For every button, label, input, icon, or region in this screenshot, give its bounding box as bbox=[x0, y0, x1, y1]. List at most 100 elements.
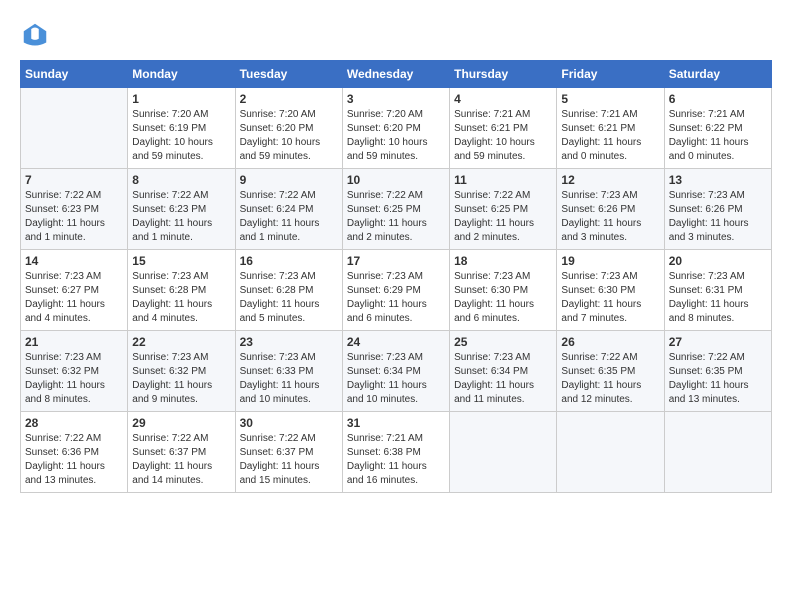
calendar-cell: 18 Sunrise: 7:23 AM Sunset: 6:30 PM Dayli… bbox=[450, 250, 557, 331]
calendar-cell: 20 Sunrise: 7:23 AM Sunset: 6:31 PM Dayli… bbox=[664, 250, 771, 331]
day-info: Sunrise: 7:21 AM Sunset: 6:22 PM Dayligh… bbox=[669, 108, 767, 164]
day-number: 13 bbox=[669, 173, 767, 187]
calendar-cell bbox=[21, 88, 128, 169]
day-info: Sunrise: 7:22 AM Sunset: 6:36 PM Dayligh… bbox=[25, 432, 123, 488]
day-number: 8 bbox=[132, 173, 230, 187]
day-info: Sunrise: 7:23 AM Sunset: 6:34 PM Dayligh… bbox=[454, 351, 552, 407]
day-number: 3 bbox=[347, 92, 445, 106]
calendar-cell: 22 Sunrise: 7:23 AM Sunset: 6:32 PM Dayli… bbox=[128, 331, 235, 412]
calendar-cell: 2 Sunrise: 7:20 AM Sunset: 6:20 PM Daylig… bbox=[235, 88, 342, 169]
day-number: 26 bbox=[561, 335, 659, 349]
day-info: Sunrise: 7:22 AM Sunset: 6:35 PM Dayligh… bbox=[669, 351, 767, 407]
day-number: 6 bbox=[669, 92, 767, 106]
day-number: 20 bbox=[669, 254, 767, 268]
day-info: Sunrise: 7:21 AM Sunset: 6:38 PM Dayligh… bbox=[347, 432, 445, 488]
calendar-cell: 23Sunrise: 7:23 AM Sunset: 6:33 PM Dayli… bbox=[235, 331, 342, 412]
calendar-cell: 1Sunrise: 7:20 AM Sunset: 6:19 PM Daylig… bbox=[128, 88, 235, 169]
header-cell-saturday: Saturday bbox=[664, 61, 771, 88]
logo bbox=[20, 20, 54, 50]
day-number: 14 bbox=[25, 254, 123, 268]
logo-icon bbox=[20, 20, 50, 50]
calendar-cell bbox=[557, 412, 664, 493]
day-number: 2 bbox=[240, 92, 338, 106]
day-info: Sunrise: 7:23 AM Sunset: 6:26 PM Dayligh… bbox=[669, 189, 767, 245]
day-number: 19 bbox=[561, 254, 659, 268]
calendar-cell: 12 Sunrise: 7:23 AM Sunset: 6:26 PM Dayli… bbox=[557, 169, 664, 250]
week-row-2: 14 Sunrise: 7:23 AM Sunset: 6:27 PM Dayli… bbox=[21, 250, 772, 331]
day-info: Sunrise: 7:23 AM Sunset: 6:29 PM Dayligh… bbox=[347, 270, 445, 326]
day-info: Sunrise: 7:22 AM Sunset: 6:24 PM Dayligh… bbox=[240, 189, 338, 245]
calendar-cell bbox=[664, 412, 771, 493]
day-number: 27 bbox=[669, 335, 767, 349]
calendar-cell: 7 Sunrise: 7:22 AM Sunset: 6:23 PM Daylig… bbox=[21, 169, 128, 250]
header-cell-wednesday: Wednesday bbox=[342, 61, 449, 88]
calendar-cell: 29 Sunrise: 7:22 AM Sunset: 6:37 PM Dayli… bbox=[128, 412, 235, 493]
header-cell-tuesday: Tuesday bbox=[235, 61, 342, 88]
header-cell-sunday: Sunday bbox=[21, 61, 128, 88]
header-row: SundayMondayTuesdayWednesdayThursdayFrid… bbox=[21, 61, 772, 88]
day-number: 9 bbox=[240, 173, 338, 187]
calendar-cell: 30Sunrise: 7:22 AM Sunset: 6:37 PM Dayli… bbox=[235, 412, 342, 493]
day-info: Sunrise: 7:20 AM Sunset: 6:20 PM Dayligh… bbox=[347, 108, 445, 164]
day-number: 4 bbox=[454, 92, 552, 106]
calendar-cell: 16Sunrise: 7:23 AM Sunset: 6:28 PM Dayli… bbox=[235, 250, 342, 331]
header-cell-friday: Friday bbox=[557, 61, 664, 88]
calendar-cell: 17 Sunrise: 7:23 AM Sunset: 6:29 PM Dayli… bbox=[342, 250, 449, 331]
day-number: 23 bbox=[240, 335, 338, 349]
day-number: 25 bbox=[454, 335, 552, 349]
day-number: 24 bbox=[347, 335, 445, 349]
calendar-cell: 10 Sunrise: 7:22 AM Sunset: 6:25 PM Dayli… bbox=[342, 169, 449, 250]
day-number: 11 bbox=[454, 173, 552, 187]
calendar-cell: 3 Sunrise: 7:20 AM Sunset: 6:20 PM Daylig… bbox=[342, 88, 449, 169]
day-number: 17 bbox=[347, 254, 445, 268]
day-number: 12 bbox=[561, 173, 659, 187]
header bbox=[20, 20, 772, 50]
calendar-cell: 6 Sunrise: 7:21 AM Sunset: 6:22 PM Daylig… bbox=[664, 88, 771, 169]
header-cell-thursday: Thursday bbox=[450, 61, 557, 88]
day-info: Sunrise: 7:23 AM Sunset: 6:28 PM Dayligh… bbox=[240, 270, 338, 326]
week-row-4: 28 Sunrise: 7:22 AM Sunset: 6:36 PM Dayli… bbox=[21, 412, 772, 493]
calendar-cell: 13 Sunrise: 7:23 AM Sunset: 6:26 PM Dayli… bbox=[664, 169, 771, 250]
day-number: 21 bbox=[25, 335, 123, 349]
calendar-cell: 15 Sunrise: 7:23 AM Sunset: 6:28 PM Dayli… bbox=[128, 250, 235, 331]
week-row-0: 1Sunrise: 7:20 AM Sunset: 6:19 PM Daylig… bbox=[21, 88, 772, 169]
day-info: Sunrise: 7:21 AM Sunset: 6:21 PM Dayligh… bbox=[561, 108, 659, 164]
day-info: Sunrise: 7:23 AM Sunset: 6:28 PM Dayligh… bbox=[132, 270, 230, 326]
day-number: 29 bbox=[132, 416, 230, 430]
day-number: 31 bbox=[347, 416, 445, 430]
day-info: Sunrise: 7:22 AM Sunset: 6:25 PM Dayligh… bbox=[454, 189, 552, 245]
calendar-cell: 5 Sunrise: 7:21 AM Sunset: 6:21 PM Daylig… bbox=[557, 88, 664, 169]
day-info: Sunrise: 7:23 AM Sunset: 6:26 PM Dayligh… bbox=[561, 189, 659, 245]
header-cell-monday: Monday bbox=[128, 61, 235, 88]
calendar-cell: 25 Sunrise: 7:23 AM Sunset: 6:34 PM Dayli… bbox=[450, 331, 557, 412]
day-info: Sunrise: 7:23 AM Sunset: 6:30 PM Dayligh… bbox=[454, 270, 552, 326]
day-number: 7 bbox=[25, 173, 123, 187]
calendar-table: SundayMondayTuesdayWednesdayThursdayFrid… bbox=[20, 60, 772, 493]
day-info: Sunrise: 7:22 AM Sunset: 6:37 PM Dayligh… bbox=[240, 432, 338, 488]
day-info: Sunrise: 7:23 AM Sunset: 6:27 PM Dayligh… bbox=[25, 270, 123, 326]
day-info: Sunrise: 7:22 AM Sunset: 6:35 PM Dayligh… bbox=[561, 351, 659, 407]
calendar-cell: 11 Sunrise: 7:22 AM Sunset: 6:25 PM Dayli… bbox=[450, 169, 557, 250]
calendar-cell: 21 Sunrise: 7:23 AM Sunset: 6:32 PM Dayli… bbox=[21, 331, 128, 412]
calendar-cell: 19Sunrise: 7:23 AM Sunset: 6:30 PM Dayli… bbox=[557, 250, 664, 331]
day-info: Sunrise: 7:22 AM Sunset: 6:37 PM Dayligh… bbox=[132, 432, 230, 488]
day-info: Sunrise: 7:20 AM Sunset: 6:20 PM Dayligh… bbox=[240, 108, 338, 164]
day-number: 28 bbox=[25, 416, 123, 430]
day-number: 5 bbox=[561, 92, 659, 106]
day-info: Sunrise: 7:20 AM Sunset: 6:19 PM Dayligh… bbox=[132, 108, 230, 164]
day-number: 15 bbox=[132, 254, 230, 268]
day-info: Sunrise: 7:22 AM Sunset: 6:23 PM Dayligh… bbox=[25, 189, 123, 245]
day-info: Sunrise: 7:23 AM Sunset: 6:31 PM Dayligh… bbox=[669, 270, 767, 326]
calendar-cell: 9 Sunrise: 7:22 AM Sunset: 6:24 PM Daylig… bbox=[235, 169, 342, 250]
day-info: Sunrise: 7:22 AM Sunset: 6:25 PM Dayligh… bbox=[347, 189, 445, 245]
calendar-cell: 28 Sunrise: 7:22 AM Sunset: 6:36 PM Dayli… bbox=[21, 412, 128, 493]
day-info: Sunrise: 7:22 AM Sunset: 6:23 PM Dayligh… bbox=[132, 189, 230, 245]
day-info: Sunrise: 7:23 AM Sunset: 6:32 PM Dayligh… bbox=[25, 351, 123, 407]
calendar-cell: 8 Sunrise: 7:22 AM Sunset: 6:23 PM Daylig… bbox=[128, 169, 235, 250]
day-info: Sunrise: 7:23 AM Sunset: 6:32 PM Dayligh… bbox=[132, 351, 230, 407]
calendar-cell: 27 Sunrise: 7:22 AM Sunset: 6:35 PM Dayli… bbox=[664, 331, 771, 412]
day-number: 18 bbox=[454, 254, 552, 268]
day-number: 22 bbox=[132, 335, 230, 349]
day-number: 10 bbox=[347, 173, 445, 187]
calendar-cell: 24Sunrise: 7:23 AM Sunset: 6:34 PM Dayli… bbox=[342, 331, 449, 412]
